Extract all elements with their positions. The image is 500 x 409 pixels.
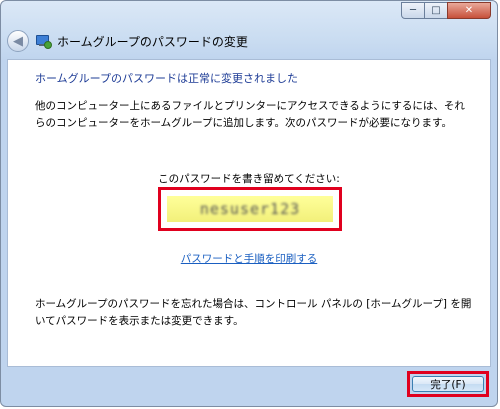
button-bar: 完了(F) bbox=[7, 367, 491, 401]
title-bar[interactable]: ─ □ ✕ bbox=[1, 1, 497, 23]
password-value: nesuser123 bbox=[199, 200, 301, 218]
success-headline: ホームグループのパスワードは正常に変更されました bbox=[35, 72, 299, 85]
password-box: nesuser123 bbox=[167, 196, 333, 222]
maximize-button[interactable]: □ bbox=[424, 2, 448, 19]
write-down-prompt: このパスワードを書き留めてください: bbox=[158, 173, 340, 185]
close-icon: ✕ bbox=[464, 5, 474, 16]
forgot-password-note: ホームグループのパスワードを忘れた場合は、コントロール パネルの [ホームグルー… bbox=[35, 298, 472, 327]
close-button[interactable]: ✕ bbox=[447, 2, 491, 19]
password-highlight-frame: nesuser123 bbox=[158, 187, 342, 231]
dialog-window: ─ □ ✕ ◀ ホームグループのパスワードの変更 ホームグループのパスワードは正… bbox=[0, 0, 498, 407]
minimize-button[interactable]: ─ bbox=[401, 2, 425, 19]
content-pane: ホームグループのパスワードは正常に変更されました 他のコンピューター上にあるファ… bbox=[7, 59, 491, 367]
maximize-icon: □ bbox=[431, 5, 441, 16]
print-password-link[interactable]: パスワードと手順を印刷する bbox=[8, 251, 490, 266]
nav-bar: ◀ ホームグループのパスワードの変更 bbox=[7, 27, 248, 55]
back-button[interactable]: ◀ bbox=[7, 30, 29, 52]
window-title: ホームグループのパスワードの変更 bbox=[57, 34, 248, 49]
back-arrow-icon: ◀ bbox=[13, 33, 23, 49]
minimize-icon: ─ bbox=[409, 5, 417, 16]
instruction-text: 他のコンピューター上にあるファイルとプリンターにアクセスできるようにするには、そ… bbox=[35, 100, 465, 129]
finish-button[interactable]: 完了(F) bbox=[412, 376, 484, 392]
caption-buttons: ─ □ ✕ bbox=[401, 2, 491, 19]
finish-highlight-frame: 完了(F) bbox=[407, 371, 489, 397]
homegroup-icon bbox=[35, 33, 52, 49]
